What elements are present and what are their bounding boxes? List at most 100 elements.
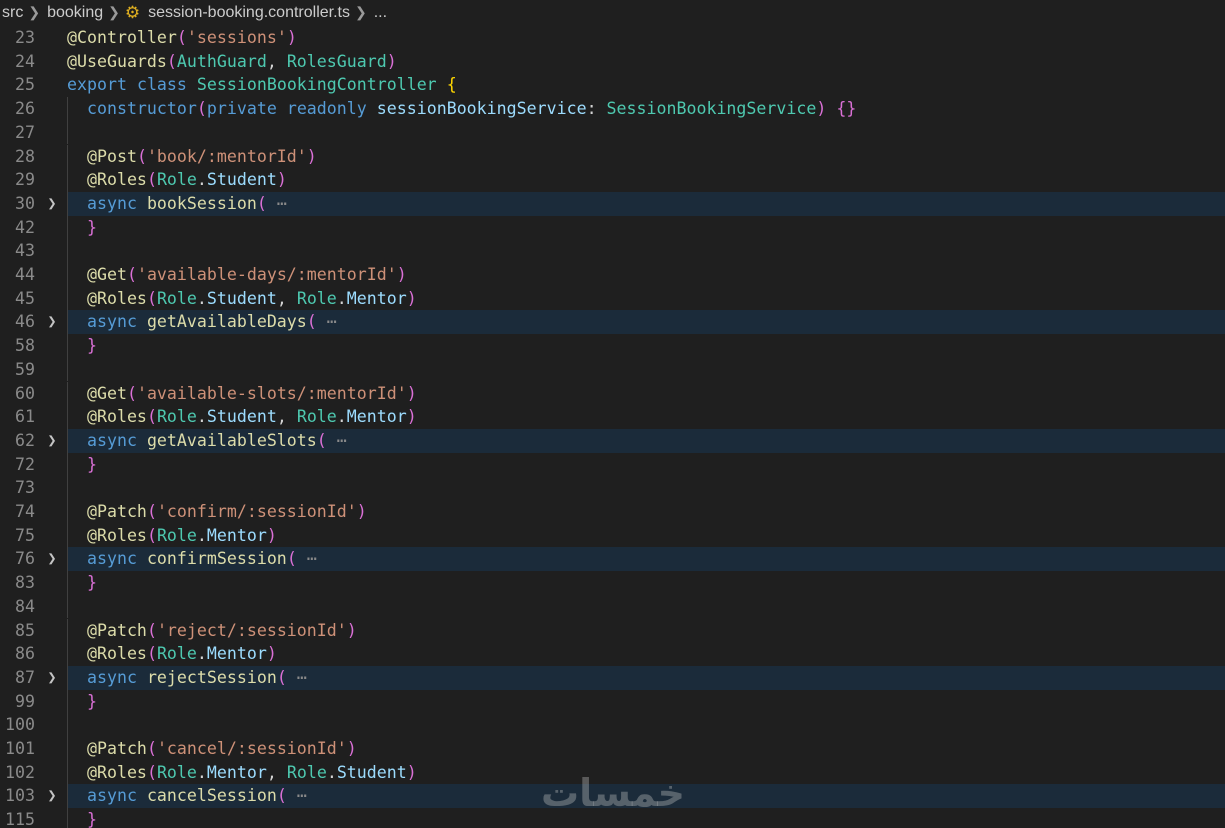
fold-chevron-icon[interactable]: ❯ bbox=[44, 666, 60, 690]
code-line[interactable]: 29 @Roles(Role.Student) bbox=[0, 168, 1225, 192]
code-token: } bbox=[86, 454, 97, 474]
code-token: getAvailableDays bbox=[146, 312, 307, 332]
breadcrumb-item-booking[interactable]: booking bbox=[45, 4, 103, 22]
code-line[interactable]: 101 @Patch('cancel/:sessionId') bbox=[0, 737, 1225, 761]
code-line[interactable]: 59 bbox=[0, 357, 1225, 382]
code-text: @Patch('reject/:sessionId') bbox=[67, 619, 357, 643]
code-token: @Patch bbox=[86, 620, 147, 640]
code-token: Student bbox=[206, 288, 277, 308]
code-token: sessionBookingService bbox=[376, 99, 587, 119]
code-line[interactable]: 73 bbox=[0, 476, 1225, 500]
indent-guide bbox=[67, 239, 68, 263]
line-number: 83 bbox=[15, 573, 35, 593]
code-line[interactable]: 84 bbox=[0, 594, 1225, 619]
code-token: . bbox=[196, 525, 207, 545]
fold-chevron-icon[interactable]: ❯ bbox=[44, 429, 60, 453]
code-token[interactable]: ⋯ bbox=[297, 786, 307, 805]
code-line[interactable]: 45 @Roles(Role.Student, Role.Mentor) bbox=[0, 286, 1225, 311]
line-number: 58 bbox=[15, 336, 35, 356]
code-line[interactable]: 26 constructor(private readonly sessionB… bbox=[0, 97, 1225, 121]
code-line[interactable]: 100 bbox=[0, 713, 1225, 737]
code-token: @Roles bbox=[86, 288, 147, 308]
code-token[interactable]: ⋯ bbox=[337, 431, 347, 450]
breadcrumb-item-file[interactable]: session-booking.controller.ts bbox=[146, 4, 350, 22]
code-line[interactable]: 72 } bbox=[0, 452, 1225, 477]
code-token: , bbox=[266, 51, 287, 71]
fold-chevron-icon[interactable]: ❯ bbox=[44, 310, 60, 334]
code-token[interactable]: ⋯ bbox=[327, 312, 337, 331]
code-token: @UseGuards bbox=[67, 51, 167, 71]
code-token: ( bbox=[146, 620, 157, 640]
code-line[interactable]: 87 ❯ async rejectSession( ⋯ bbox=[0, 665, 1225, 690]
indent-guide bbox=[67, 713, 68, 737]
watermark-logo: خمسات bbox=[541, 771, 685, 815]
code-token: @Roles bbox=[86, 525, 147, 545]
code-token: ( bbox=[276, 667, 287, 687]
code-token: . bbox=[196, 288, 207, 308]
code-text: @Roles(Role.Student, Role.Mentor) bbox=[67, 287, 417, 311]
code-token: ( bbox=[146, 762, 157, 782]
code-line[interactable]: 83 } bbox=[0, 571, 1225, 595]
breadcrumb-item-src[interactable]: src bbox=[0, 4, 23, 22]
code-line[interactable]: 60 @Get('available-slots/:mentorId') bbox=[0, 381, 1225, 406]
code-line[interactable]: 62 ❯ async getAvailableSlots( ⋯ bbox=[0, 428, 1225, 453]
code-text: @UseGuards(AuthGuard, RolesGuard) bbox=[67, 50, 397, 74]
code-token[interactable]: ⋯ bbox=[277, 194, 287, 213]
code-line[interactable]: 24 @UseGuards(AuthGuard, RolesGuard) bbox=[0, 50, 1225, 74]
fold-chevron-icon[interactable]: ❯ bbox=[44, 192, 60, 216]
code-line[interactable]: 44 @Get('available-days/:mentorId') bbox=[0, 263, 1225, 287]
code-line[interactable]: 25 export class SessionBookingController … bbox=[0, 73, 1225, 97]
code-line[interactable]: 46 ❯ async getAvailableDays( ⋯ bbox=[0, 310, 1225, 335]
code-line[interactable]: 43 bbox=[0, 239, 1225, 263]
code-line[interactable]: 74 @Patch('confirm/:sessionId') bbox=[0, 500, 1225, 524]
code-editor[interactable]: 23 @Controller('sessions') 24 @UseGuards(Au… bbox=[0, 26, 1225, 828]
code-line[interactable]: 30 ❯ async bookSession( ⋯ bbox=[0, 191, 1225, 216]
code-token: confirmSession bbox=[146, 549, 287, 569]
fold-chevron-icon[interactable]: ❯ bbox=[44, 547, 60, 571]
code-token: 'sessions' bbox=[186, 28, 287, 47]
code-token[interactable]: ⋯ bbox=[307, 549, 317, 568]
code-token: ( bbox=[196, 99, 207, 119]
code-line[interactable]: 75 @Roles(Role.Mentor) bbox=[0, 523, 1225, 548]
line-number: 61 bbox=[15, 407, 35, 427]
line-number: 42 bbox=[15, 217, 35, 237]
line-number: 62 bbox=[15, 430, 35, 450]
code-token[interactable]: ⋯ bbox=[297, 668, 307, 687]
fold-chevron-icon[interactable]: ❯ bbox=[44, 784, 60, 808]
code-token: } bbox=[86, 217, 97, 237]
code-line[interactable]: 85 @Patch('reject/:sessionId') bbox=[0, 618, 1225, 643]
code-token: 'confirm/:sessionId' bbox=[156, 502, 357, 521]
code-line[interactable]: 28 @Post('book/:mentorId') bbox=[0, 144, 1225, 169]
line-number: 75 bbox=[15, 525, 35, 545]
code-token: } bbox=[86, 810, 97, 828]
code-line[interactable]: 23 @Controller('sessions') bbox=[0, 26, 1225, 50]
code-line[interactable]: 61 @Roles(Role.Student, Role.Mentor) bbox=[0, 405, 1225, 429]
code-line[interactable]: 76 ❯ async confirmSession( ⋯ bbox=[0, 547, 1225, 572]
code-token: , bbox=[276, 407, 297, 427]
code-token: Role bbox=[286, 762, 327, 782]
code-line[interactable]: 58 } bbox=[0, 334, 1225, 358]
code-line[interactable]: 42 } bbox=[0, 215, 1225, 240]
code-token: ( bbox=[166, 51, 177, 71]
code-line[interactable]: 86 @Roles(Role.Mentor) bbox=[0, 642, 1225, 666]
breadcrumb-item-more[interactable]: ... bbox=[372, 4, 387, 22]
code-token: . bbox=[326, 762, 337, 782]
code-token: . bbox=[196, 407, 207, 427]
code-token: ( bbox=[146, 525, 157, 545]
code-line[interactable]: 99 } bbox=[0, 689, 1225, 714]
code-line[interactable]: 27 bbox=[0, 120, 1225, 145]
code-token: RolesGuard bbox=[286, 51, 387, 71]
code-token: Role bbox=[156, 407, 197, 427]
code-token: ( bbox=[286, 549, 297, 569]
chevron-right-icon: ❯ bbox=[354, 4, 367, 20]
